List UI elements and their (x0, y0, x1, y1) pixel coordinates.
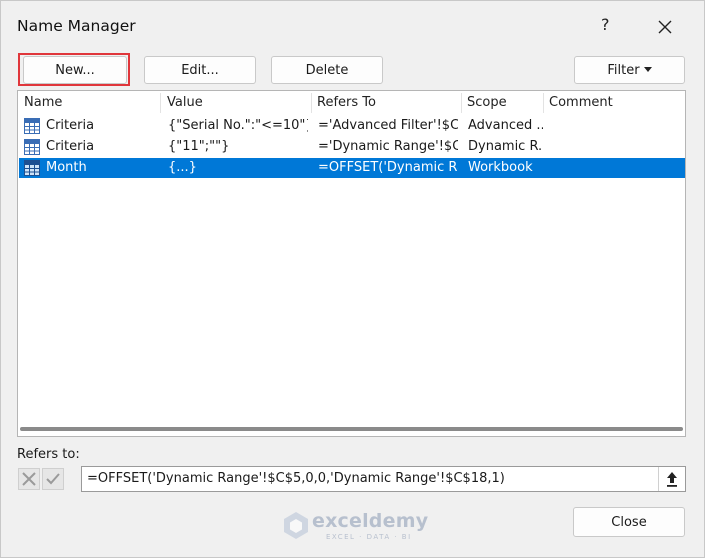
table-row[interactable]: Criteria {"Serial No.":"<=10"} ='Advance… (19, 116, 685, 136)
refers-to-field[interactable]: =OFFSET('Dynamic Range'!$C$5,0,0,'Dynami… (81, 466, 686, 492)
row-value: {"11";""} (168, 139, 230, 154)
refers-to-formula: =OFFSET('Dynamic Range'!$C$5,0,0,'Dynami… (87, 471, 505, 486)
row-scope: Dynamic R... (468, 139, 543, 154)
row-scope: Workbook (468, 160, 533, 175)
row-name: Criteria (46, 139, 95, 154)
table-row-selected[interactable]: Month {...} =OFFSET('Dynamic Ra... Workb… (19, 158, 685, 178)
row-comment (550, 116, 680, 136)
row-refers-to: =OFFSET('Dynamic Ra... (318, 160, 458, 175)
watermark-tagline: EXCEL · DATA · BI (326, 533, 412, 541)
chevron-down-icon (643, 67, 652, 72)
refers-to-label: Refers to: (17, 447, 80, 462)
column-header-scope[interactable]: Scope (461, 91, 543, 115)
confirm-edit-button[interactable] (42, 468, 64, 490)
row-scope: Advanced ... (468, 118, 543, 133)
close-icon[interactable] (651, 13, 679, 41)
column-header-comment[interactable]: Comment (543, 91, 683, 115)
filter-button-label: Filter (607, 63, 640, 78)
watermark-name: exceldemy (312, 510, 429, 532)
close-button[interactable]: Close (573, 507, 685, 537)
names-list[interactable]: Name Value Refers To Scope Comment Crite… (17, 90, 686, 437)
row-name: Month (46, 160, 87, 175)
column-header-name[interactable]: Name (18, 91, 160, 115)
help-button[interactable]: ? (601, 15, 610, 34)
column-header-refers-to[interactable]: Refers To (311, 91, 461, 115)
row-value: {...} (168, 160, 197, 175)
cancel-edit-button[interactable] (18, 468, 40, 490)
filter-button[interactable]: Filter (574, 56, 685, 84)
row-refers-to: ='Dynamic Range'!$C... (318, 139, 458, 154)
delete-button[interactable]: Delete (271, 56, 383, 84)
list-header: Name Value Refers To Scope Comment (18, 91, 685, 115)
row-comment (550, 158, 680, 178)
name-manager-dialog: Name Manager ? New... Edit... Delete Fil… (0, 0, 705, 558)
delete-button-label: Delete (305, 63, 349, 78)
dialog-title: Name Manager (17, 17, 136, 35)
named-range-icon (24, 160, 40, 176)
row-name: Criteria (46, 118, 95, 133)
close-button-label: Close (611, 515, 647, 530)
collapse-dialog-icon[interactable] (658, 467, 685, 491)
row-value: {"Serial No.":"<=10"} (168, 118, 308, 133)
table-row[interactable]: Criteria {"11";""} ='Dynamic Range'!$C..… (19, 137, 685, 157)
edit-button-label: Edit... (181, 63, 219, 78)
row-refers-to: ='Advanced Filter'!$C... (318, 118, 458, 133)
horizontal-scrollbar[interactable] (20, 427, 683, 431)
highlight-box (18, 53, 130, 86)
edit-button[interactable]: Edit... (144, 56, 256, 84)
named-range-icon (24, 139, 40, 155)
named-range-icon (24, 118, 40, 134)
row-comment (550, 137, 680, 157)
watermark-logo-icon (284, 512, 308, 539)
column-header-value[interactable]: Value (161, 91, 311, 115)
watermark: exceldemy EXCEL · DATA · BI (283, 510, 433, 547)
